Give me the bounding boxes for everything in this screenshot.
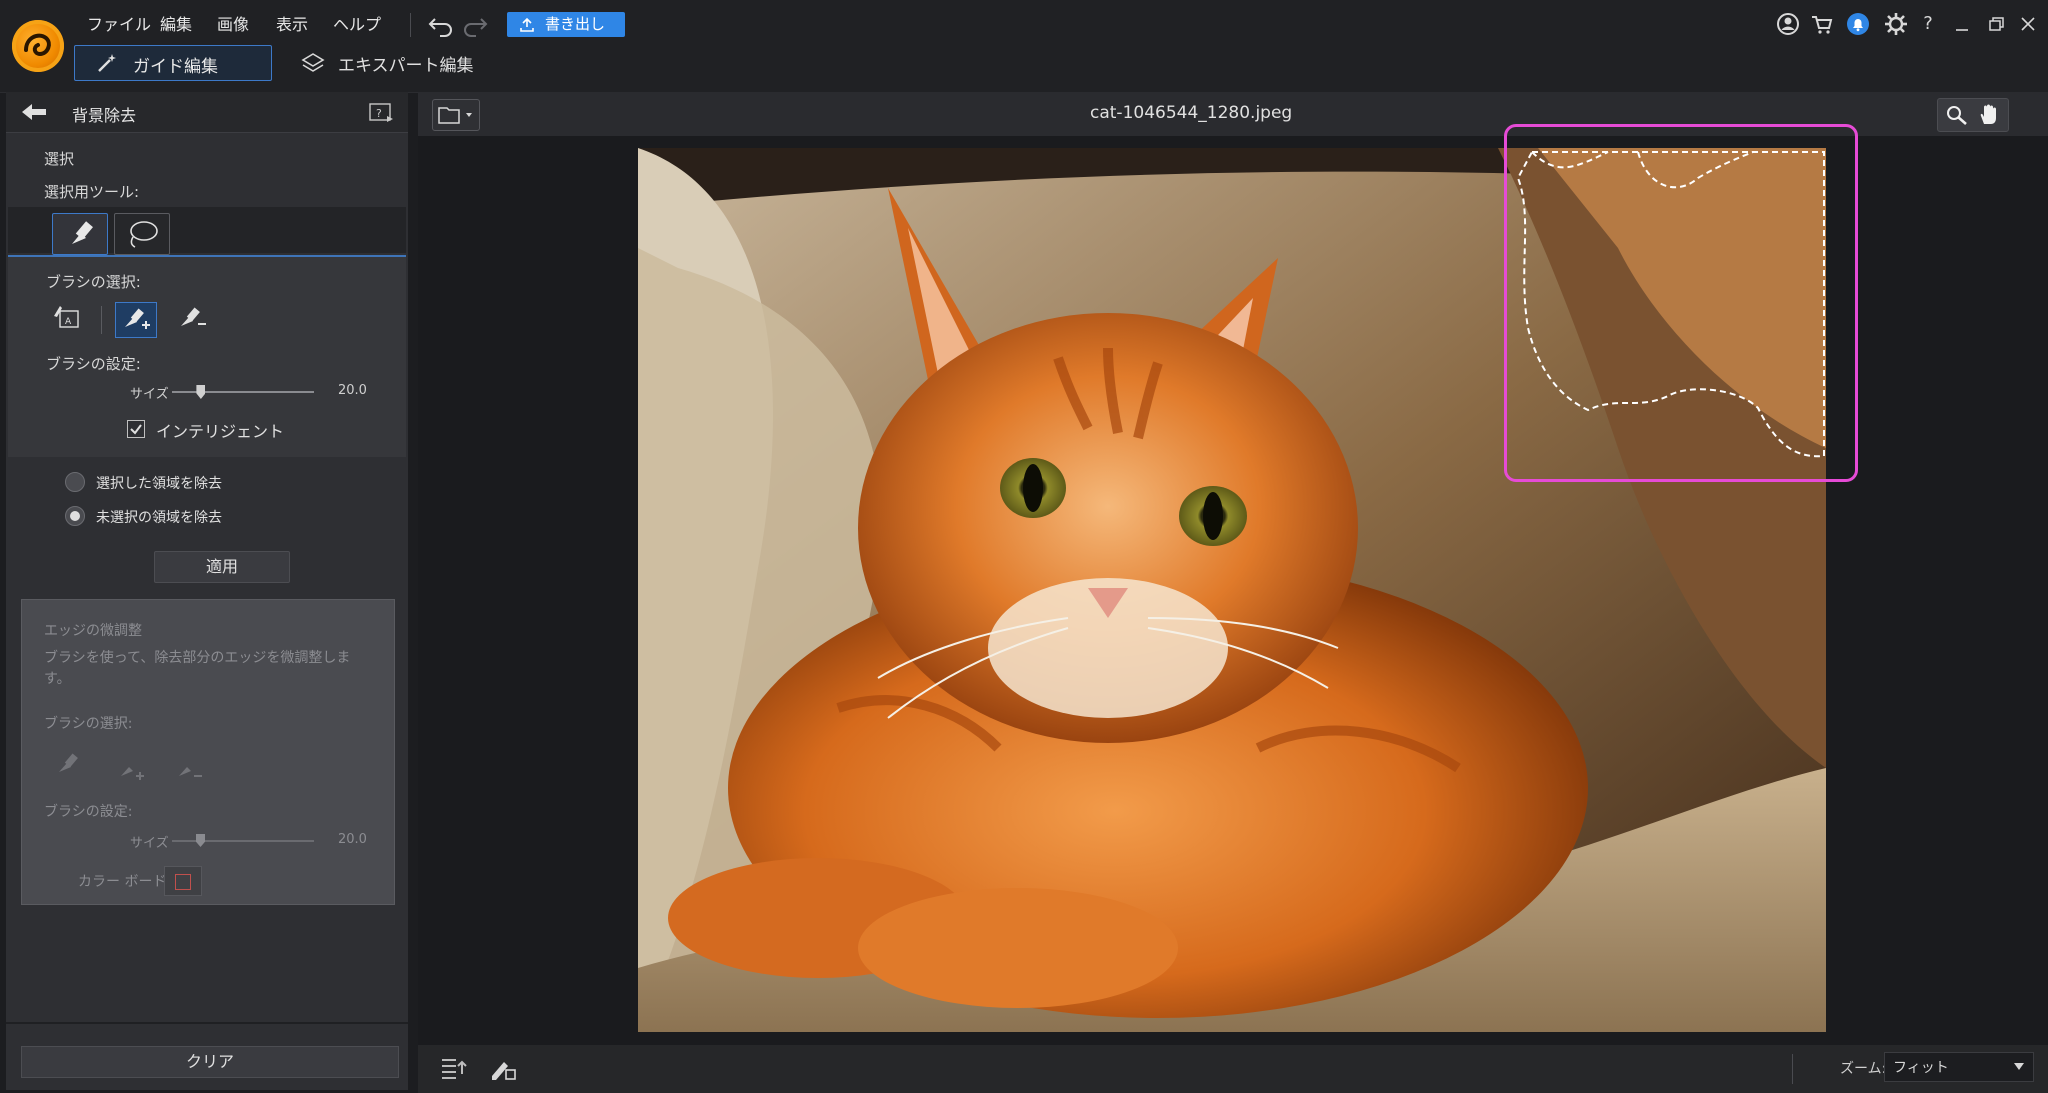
lasso-icon — [130, 221, 158, 248]
history-list-icon[interactable] — [440, 1054, 470, 1082]
size-value: 20.0 — [338, 383, 367, 398]
export-icon — [520, 17, 534, 32]
folder-icon — [438, 107, 472, 124]
brush-tool-button[interactable] — [52, 213, 108, 255]
menu-divider — [410, 13, 411, 37]
check-icon — [130, 424, 142, 435]
selection-highlight-box — [1504, 124, 1858, 482]
layers-icon — [301, 53, 325, 72]
edge-brush-minus-icon — [170, 752, 210, 786]
menu-image[interactable]: 画像 — [217, 12, 249, 38]
panel-bottom-divider — [6, 1022, 408, 1024]
menu-file[interactable]: ファイル — [87, 12, 151, 38]
lasso-tool-button[interactable] — [114, 213, 170, 255]
edge-size-value: 20.0 — [338, 832, 367, 847]
menu-help[interactable]: ヘルプ — [333, 12, 381, 38]
size-label: サイズ — [130, 387, 169, 402]
tab-expert-edit[interactable]: エキスパート編集 — [296, 45, 496, 79]
brush-select-label: ブラシの選択: — [46, 273, 141, 291]
tab-expert-label: エキスパート編集 — [338, 56, 474, 76]
menu-view[interactable]: 表示 — [276, 12, 308, 38]
edge-description: ブラシを使って、除去部分のエッジを微調整します。 — [44, 650, 351, 687]
menu-edit[interactable]: 編集 — [160, 12, 192, 38]
svg-text:A: A — [65, 317, 72, 327]
panel-header — [6, 92, 408, 133]
magnifier-icon[interactable] — [1944, 103, 1970, 127]
color-board-swatch — [164, 866, 202, 896]
close-icon[interactable] — [2014, 10, 2042, 38]
minimize-icon[interactable] — [1948, 10, 1976, 38]
brush-divider — [101, 306, 102, 334]
clear-button[interactable]: クリア — [21, 1046, 399, 1078]
brush-minus-icon — [181, 307, 206, 326]
tab-guide-edit[interactable]: ガイド編集 — [74, 45, 272, 81]
pencil-compare-icon[interactable] — [488, 1054, 518, 1082]
back-arrow-icon[interactable] — [20, 102, 48, 122]
export-button[interactable]: 書き出し — [507, 12, 625, 37]
magic-wand-icon — [98, 54, 116, 72]
footer-divider — [1792, 1054, 1793, 1084]
account-icon[interactable] — [1774, 10, 1802, 38]
remove-selected-label: 選択した領域を除去 — [96, 476, 222, 492]
edge-brush-icon — [50, 748, 90, 782]
edge-brush-settings-label: ブラシの設定: — [44, 804, 133, 820]
file-name: cat-1046544_1280.jpeg — [1090, 103, 1293, 123]
zoom-label: ズーム: — [1840, 1061, 1887, 1077]
workspace-footer — [418, 1045, 2048, 1093]
zoom-value: フィット — [1893, 1060, 1949, 1076]
export-label: 書き出し — [545, 15, 606, 33]
select-tool-label: 選択用ツール: — [44, 183, 140, 201]
remove-unselected-radio[interactable] — [65, 506, 85, 526]
hand-pan-icon[interactable] — [1976, 102, 2002, 128]
panel-title: 背景除去 — [72, 106, 137, 125]
color-board-label: カラー ボード — [78, 874, 167, 890]
tab-guide-label: ガイド編集 — [133, 57, 218, 77]
apply-button[interactable]: 適用 — [154, 551, 290, 583]
remove-unselected-label: 未選択の領域を除去 — [96, 510, 222, 526]
select-heading: 選択 — [44, 150, 75, 168]
view-tools — [1937, 98, 2009, 132]
redo-icon[interactable] — [460, 10, 490, 40]
brush-icon — [72, 221, 93, 244]
svg-text:?: ? — [376, 107, 382, 120]
edge-size-slider — [172, 840, 314, 842]
notification-icon[interactable] — [1844, 10, 1872, 38]
edge-brush-select-label: ブラシの選択: — [44, 716, 133, 732]
size-slider[interactable] — [172, 391, 314, 393]
edge-size-label: サイズ — [130, 836, 169, 851]
edge-brush-plus-icon — [112, 752, 152, 786]
intelligent-checkbox[interactable] — [127, 420, 145, 438]
intelligent-label: インテリジェント — [156, 422, 285, 441]
restore-icon[interactable] — [1982, 10, 2010, 38]
help-icon[interactable]: ? — [1914, 10, 1942, 38]
settings-gear-icon[interactable] — [1882, 10, 1910, 38]
brush-plus-icon — [125, 308, 150, 329]
smart-brush-icon: A — [54, 306, 79, 328]
undo-icon[interactable] — [426, 10, 456, 40]
brush-subtract-button[interactable] — [172, 302, 212, 336]
brush-settings-label: ブラシの設定: — [46, 355, 141, 373]
panel-help-icon[interactable]: ? — [368, 102, 394, 124]
chevron-down-icon — [2014, 1063, 2024, 1070]
zoom-select[interactable]: フィット — [1884, 1052, 2034, 1082]
brush-auto-button[interactable]: A — [48, 302, 88, 336]
open-folder-button[interactable] — [432, 99, 480, 131]
cart-icon[interactable] — [1808, 10, 1836, 38]
brush-add-button[interactable] — [115, 302, 157, 338]
remove-selected-radio[interactable] — [65, 472, 85, 492]
app-logo — [12, 20, 64, 72]
edge-title: エッジの微調整 — [44, 623, 142, 639]
